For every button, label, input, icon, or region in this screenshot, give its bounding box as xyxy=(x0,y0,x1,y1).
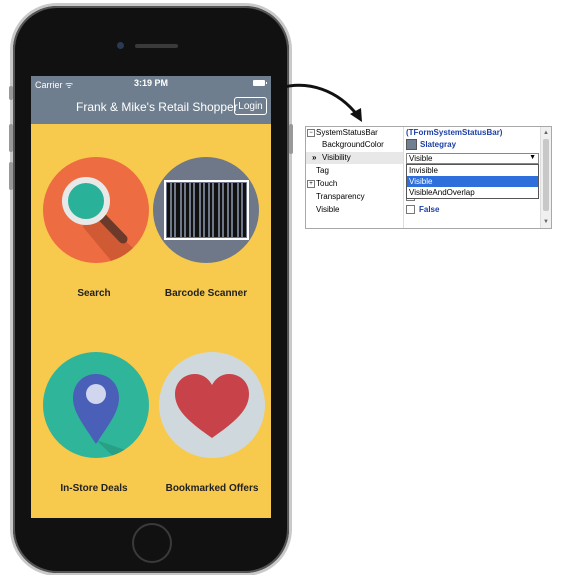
barcode-scanner-tile[interactable] xyxy=(153,157,259,263)
property-name: Visible xyxy=(316,205,340,214)
visible-checkbox[interactable] xyxy=(406,205,415,215)
earpiece-speaker xyxy=(135,44,178,48)
barcode-icon xyxy=(164,180,249,240)
property-name: Tag xyxy=(316,166,329,175)
option-visible-and-overlap[interactable]: VisibleAndOverlap xyxy=(407,187,538,198)
property-name: Touch xyxy=(316,179,338,188)
in-store-deals-label: In-Store Deals xyxy=(60,483,128,494)
scroll-down-icon[interactable]: ▼ xyxy=(543,219,549,225)
login-button[interactable]: Login xyxy=(234,97,267,115)
property-value: False xyxy=(406,204,439,216)
heart-icon xyxy=(175,374,249,438)
bookmarked-offers-label: Bookmarked Offers xyxy=(165,483,259,494)
dropdown-value: Visible xyxy=(409,154,433,163)
property-value: Slategray xyxy=(406,139,456,151)
chevron-down-icon[interactable]: ▼ xyxy=(529,154,536,161)
expand-icon[interactable]: + xyxy=(307,180,315,188)
property-name: Transparency xyxy=(316,192,365,201)
color-swatch-icon xyxy=(406,139,417,151)
scroll-up-icon[interactable]: ▲ xyxy=(543,130,549,136)
visibility-options-list: Invisible Visible VisibleAndOverlap xyxy=(406,164,539,199)
app-screen: Carrier ᯤ 3:19 PM Frank & Mike's Retail … xyxy=(31,76,271,518)
bookmarked-offers-tile[interactable] xyxy=(159,352,265,458)
phone-frame: Carrier ᯤ 3:19 PM Frank & Mike's Retail … xyxy=(9,6,293,573)
map-pin-icon xyxy=(73,374,149,458)
clock: 3:19 PM xyxy=(133,78,168,88)
app-title: Frank & Mike's Retail Shopper xyxy=(76,100,238,114)
visibility-dropdown[interactable]: Visible ▼ xyxy=(406,153,539,164)
option-visible[interactable]: Visible xyxy=(407,176,538,187)
vertical-scrollbar[interactable]: ▲ ▼ xyxy=(540,127,551,228)
property-value: (TFormSystemStatusBar) xyxy=(406,128,503,137)
in-store-deals-tile[interactable] xyxy=(43,352,149,458)
status-bar: Carrier ᯤ 3:19 PM xyxy=(31,76,271,90)
home-button[interactable] xyxy=(132,523,172,563)
magnifier-icon xyxy=(62,177,149,263)
front-camera xyxy=(117,42,124,49)
object-inspector-panel: − SystemStatusBar (TFormSystemStatusBar)… xyxy=(305,126,552,229)
property-name: BackgroundColor xyxy=(322,140,384,149)
property-row-backgroundcolor[interactable]: BackgroundColor Slategray xyxy=(306,139,541,151)
collapse-icon[interactable]: − xyxy=(307,129,315,137)
option-invisible[interactable]: Invisible xyxy=(407,165,538,176)
search-tile[interactable] xyxy=(43,157,149,263)
search-label: Search xyxy=(77,288,111,299)
callout-arrow xyxy=(279,83,362,122)
volume-down-button xyxy=(9,162,13,190)
property-row-visibility[interactable]: » Visibility xyxy=(306,152,403,164)
battery-icon xyxy=(253,80,267,86)
nav-bar: Frank & Mike's Retail Shopper Login xyxy=(31,90,271,124)
selected-row-marker-icon: » xyxy=(312,153,317,162)
property-name: SystemStatusBar xyxy=(316,128,378,137)
volume-up-button xyxy=(9,124,13,152)
property-name: Visibility xyxy=(322,153,351,162)
scroll-thumb[interactable] xyxy=(543,139,549,211)
mute-switch xyxy=(9,86,13,100)
barcode-scanner-label: Barcode Scanner xyxy=(164,288,248,299)
property-row-systemstatusbar[interactable]: − SystemStatusBar (TFormSystemStatusBar) xyxy=(306,127,541,139)
property-row-visible[interactable]: Visible False xyxy=(306,204,541,216)
